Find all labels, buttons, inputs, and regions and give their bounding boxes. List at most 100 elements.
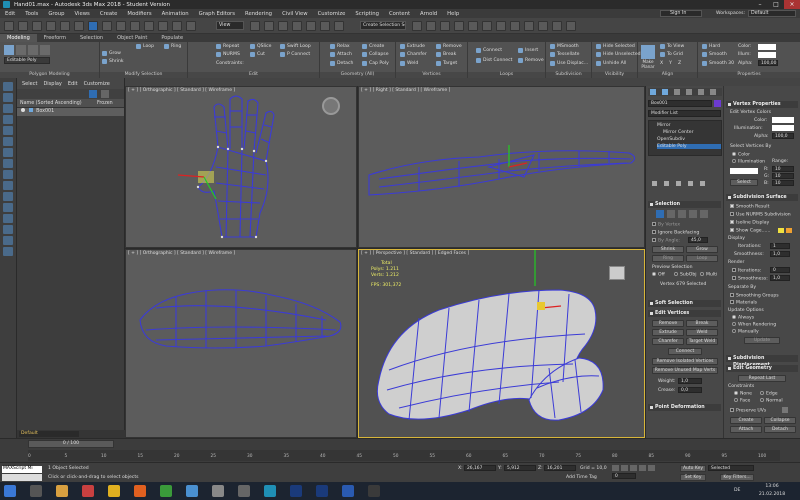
show-end-result-icon[interactable]	[664, 181, 669, 186]
menu-item-animation[interactable]: Animation	[157, 11, 194, 17]
vertex-level-icon[interactable]	[656, 210, 664, 218]
snaps-toggle-icon[interactable]	[292, 21, 302, 31]
menu-item-civil-view[interactable]: Civil View	[277, 11, 313, 17]
key-mode-select[interactable]: Selected	[708, 465, 754, 471]
tab-freeform[interactable]: Freeform	[37, 34, 73, 42]
find-icon[interactable]	[101, 90, 109, 98]
tab-modeling[interactable]: Modeling	[0, 34, 37, 42]
track-bar[interactable]: 0 5 10 15 20 25 30 35 40 45 50 55 60 65 70 75 80 85 90 95 10…	[28, 450, 780, 461]
smooth-button[interactable]: Smooth	[702, 52, 727, 57]
illum-swatch[interactable]	[758, 52, 776, 58]
spacewarp-tool-icon[interactable]	[3, 236, 13, 245]
viewport-perspective[interactable]: [ + ] [ Perspective ] [ Standard ] [ Edg…	[358, 249, 645, 438]
window-crossing-icon[interactable]	[130, 21, 140, 31]
go-to-end-icon[interactable]	[648, 465, 655, 471]
vertex-properties-rollout[interactable]: Vertex Properties	[726, 101, 798, 108]
scene-menu-customize[interactable]: Customize	[84, 81, 110, 87]
render-iterations-checkbox[interactable]: Iterations:	[732, 268, 761, 274]
utilities-tab-icon[interactable]	[710, 89, 716, 95]
use-pivot-icon[interactable]	[250, 21, 260, 31]
rotate-tool-icon[interactable]	[3, 104, 13, 113]
selection-rollout[interactable]: Selection	[648, 201, 721, 208]
smoothness-spinner[interactable]: 1,0	[770, 251, 790, 257]
curve-editor-icon[interactable]	[482, 21, 492, 31]
viewport-orthographic-bottom[interactable]: [ + ] [ Orthographic ] [ Standard ] [ Wi…	[125, 249, 357, 438]
scale-tool-icon[interactable]	[3, 115, 13, 124]
remove-modifier-icon[interactable]	[688, 181, 693, 186]
make-unique-icon[interactable]	[676, 181, 681, 186]
dist-connect-button[interactable]: Dist Connect	[476, 58, 512, 63]
unity-icon[interactable]	[212, 485, 224, 497]
target-weld-button[interactable]: Target Weld	[686, 338, 718, 345]
unity-hub-icon[interactable]	[238, 485, 250, 497]
cage-color-1[interactable]	[778, 228, 784, 233]
eye-icon[interactable]	[21, 108, 25, 112]
cut-button[interactable]: Cut	[250, 52, 265, 57]
connect-vertex-button[interactable]: Connect	[668, 348, 702, 355]
constraint-normal-radio[interactable]: Normal	[760, 398, 783, 404]
layer-tool-icon[interactable]	[3, 192, 13, 201]
sign-in-button[interactable]: Sign In	[660, 10, 702, 17]
unlink-icon[interactable]	[46, 21, 56, 31]
chamfer-vertex-button[interactable]: Chamfer	[652, 338, 684, 345]
y-coordinate-field[interactable]: 5,912	[504, 465, 536, 471]
select-by-color-button[interactable]: Select	[730, 179, 758, 186]
select-tool-icon[interactable]	[3, 82, 13, 91]
mirror-icon[interactable]	[412, 21, 422, 31]
menu-item-scripting[interactable]: Scripting	[350, 11, 384, 17]
rotate-icon[interactable]	[158, 21, 168, 31]
modifier-list-select[interactable]: Modifier List	[648, 110, 721, 117]
current-frame-field[interactable]: 0	[612, 473, 636, 479]
loop-button[interactable]: Loop	[136, 44, 154, 49]
use-displace-button[interactable]: Use Displac...	[550, 61, 588, 66]
hierarchy-tool-icon[interactable]	[3, 148, 13, 157]
r-spinner[interactable]: 10	[772, 166, 794, 172]
select-by-color-radio[interactable]: Color	[732, 152, 750, 158]
vertex-mode-icon[interactable]	[4, 45, 14, 55]
move-tool-icon[interactable]	[3, 93, 13, 102]
stack-item-mirror[interactable]: Mirror	[657, 123, 671, 128]
select-by-illumination-radio[interactable]: Illumination	[732, 159, 765, 165]
editable-poly-field[interactable]: Editable Poly	[4, 57, 50, 64]
scene-menu-edit[interactable]: Edit	[68, 81, 78, 87]
color-swatch[interactable]	[758, 44, 776, 50]
always-radio[interactable]: Always	[732, 315, 754, 321]
manually-radio[interactable]: Manually	[732, 329, 759, 335]
render-smoothness-checkbox[interactable]: Smoothness:	[732, 276, 768, 282]
alpha-spinner[interactable]: 100,00	[758, 60, 778, 66]
smooth-result-checkbox[interactable]: Smooth Result	[730, 204, 769, 210]
maxscript-listener-output[interactable]	[2, 474, 42, 481]
word-icon[interactable]	[342, 485, 354, 497]
chamfer-button[interactable]: Chamfer	[400, 52, 427, 57]
relax-button[interactable]: Relax	[330, 44, 350, 49]
edit-vertices-rollout[interactable]: Edit Vertices	[648, 310, 721, 317]
menu-item-graph-editors[interactable]: Graph Editors	[194, 11, 240, 17]
range-color-swatch[interactable]	[730, 168, 758, 174]
smoothing-groups-checkbox[interactable]: Smoothing Groups	[730, 293, 779, 299]
constraint-none-radio[interactable]: None	[734, 391, 752, 397]
repeat-button[interactable]: Repeat	[216, 44, 239, 49]
subdivision-displacement-rollout[interactable]: Subdivision Displacement	[726, 355, 798, 368]
select-manipulate-icon[interactable]	[264, 21, 274, 31]
edge-mode-icon[interactable]	[16, 45, 26, 55]
task-view-icon[interactable]	[30, 485, 42, 497]
iterations-spinner[interactable]: 1	[770, 243, 790, 249]
border-level-icon[interactable]	[678, 210, 686, 218]
z-coordinate-field[interactable]: 16,201	[544, 465, 576, 471]
ring-button[interactable]: Ring	[164, 44, 181, 49]
display-tab-icon[interactable]	[698, 89, 704, 95]
use-nurms-checkbox[interactable]: Use NURMS Subdivision	[730, 212, 791, 218]
make-planar-icon[interactable]	[641, 45, 655, 59]
opera-icon[interactable]	[82, 485, 94, 497]
firefox-icon[interactable]	[134, 485, 146, 497]
arnold-icon[interactable]	[566, 21, 576, 31]
select-by-name-icon[interactable]	[102, 21, 112, 31]
clock-time[interactable]: 13:06	[752, 484, 792, 489]
list-item[interactable]: Box001	[17, 108, 124, 116]
preview-multi-radio[interactable]: Multi	[700, 272, 717, 278]
maximize-icon[interactable]: □	[768, 0, 784, 9]
preserve-uvs-settings-icon[interactable]	[782, 407, 788, 413]
when-rendering-radio[interactable]: When Rendering	[732, 322, 776, 328]
stack-item-mirror-center[interactable]: Mirror Center	[663, 130, 693, 135]
hide-unselected-button[interactable]: Hide Unselected	[596, 52, 641, 57]
